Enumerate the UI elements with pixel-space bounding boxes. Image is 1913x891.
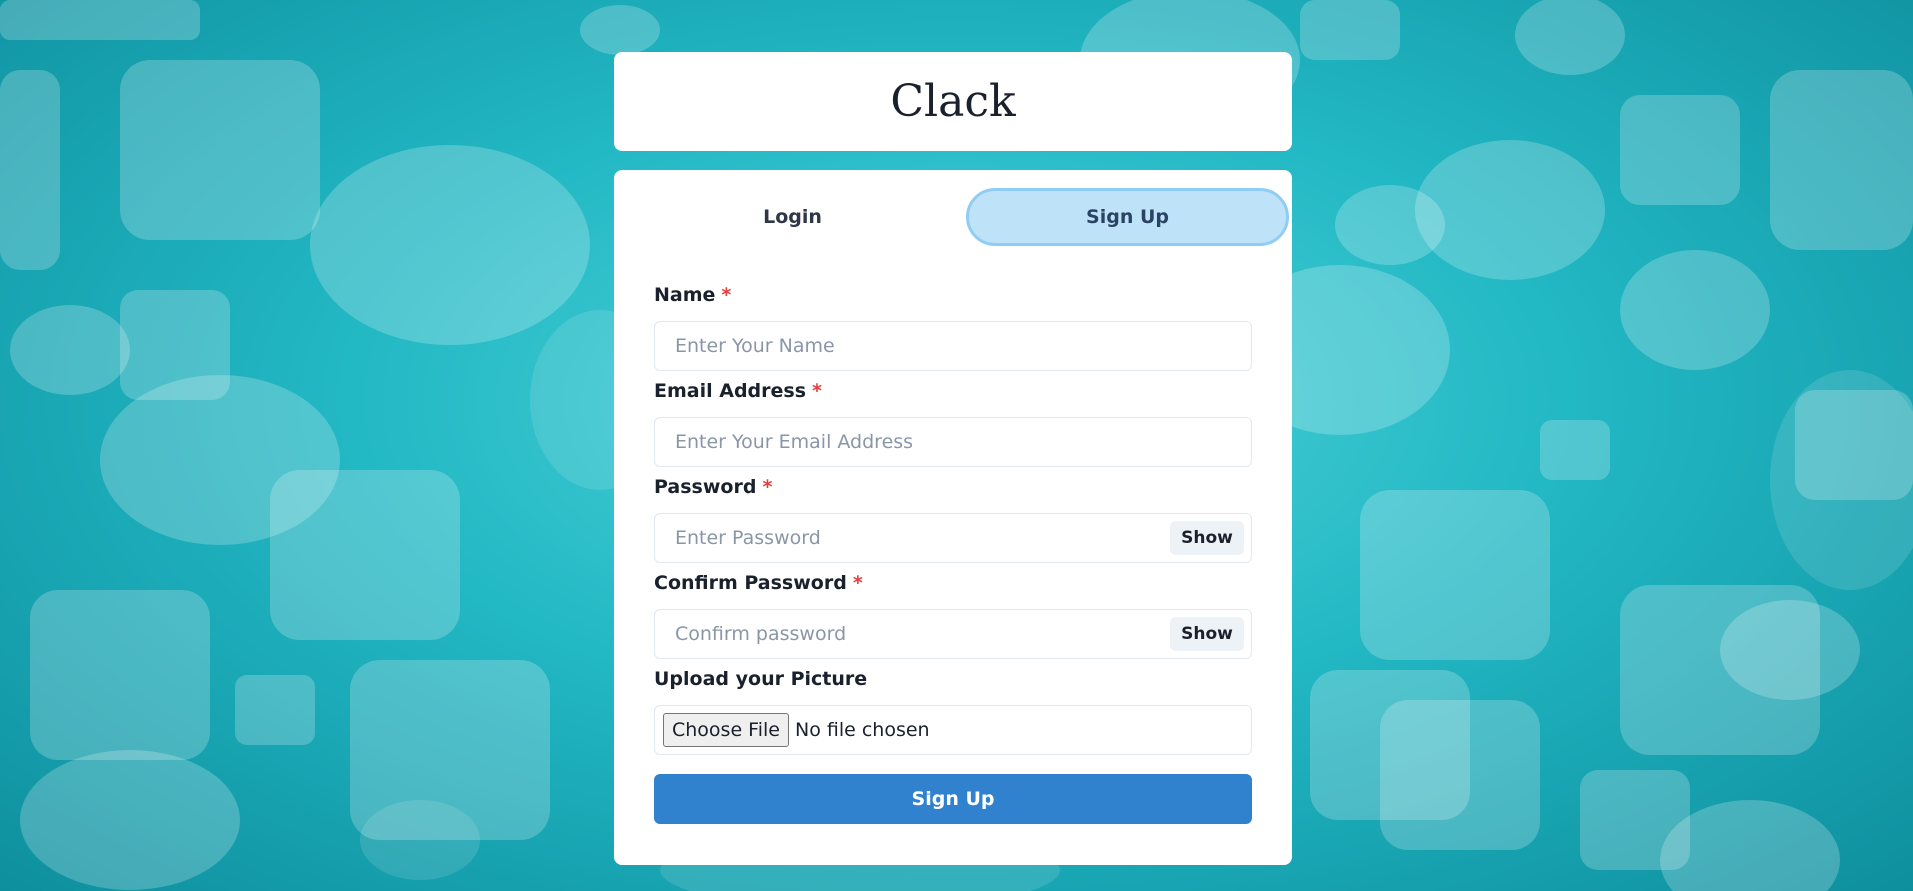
tab-login[interactable]: Login [631, 188, 954, 246]
app-title: Clack [890, 76, 1016, 127]
show-confirm-password-button[interactable]: Show [1170, 617, 1244, 651]
auth-form-card: Login Sign Up Name* Email Address* Passw… [614, 170, 1292, 865]
confirm-password-field-group: Show [654, 609, 1252, 659]
required-mark: * [852, 572, 863, 594]
picture-file-input[interactable]: Choose File No file chosen [654, 705, 1252, 755]
password-label: Password * [654, 476, 772, 498]
name-label: Name * [654, 284, 731, 306]
auth-tabs: Login Sign Up [631, 188, 1289, 246]
confirm-password-label-text: Confirm Password [654, 572, 847, 594]
app-header-card: Clack [614, 52, 1292, 151]
password-label-text: Password [654, 476, 757, 498]
password-field-group: Show [654, 513, 1252, 563]
required-mark: * [812, 380, 822, 402]
email-input[interactable] [654, 417, 1252, 467]
file-status-text: No file chosen [794, 719, 930, 741]
name-label-text: Name [654, 284, 716, 306]
email-label: Email Address * [654, 380, 822, 402]
confirm-password-label: Confirm Password * [654, 572, 863, 594]
name-input[interactable] [654, 321, 1252, 371]
email-label-text: Email Address [654, 380, 807, 402]
sign-up-submit-button[interactable]: Sign Up [654, 774, 1252, 824]
choose-file-button[interactable]: Choose File [663, 713, 789, 747]
required-mark: * [762, 476, 773, 498]
show-password-button[interactable]: Show [1170, 521, 1244, 555]
required-mark: * [721, 284, 732, 306]
tab-sign-up[interactable]: Sign Up [966, 188, 1289, 246]
password-input[interactable] [654, 513, 1252, 563]
confirm-password-input[interactable] [654, 609, 1252, 659]
upload-picture-label: Upload your Picture [654, 668, 868, 690]
